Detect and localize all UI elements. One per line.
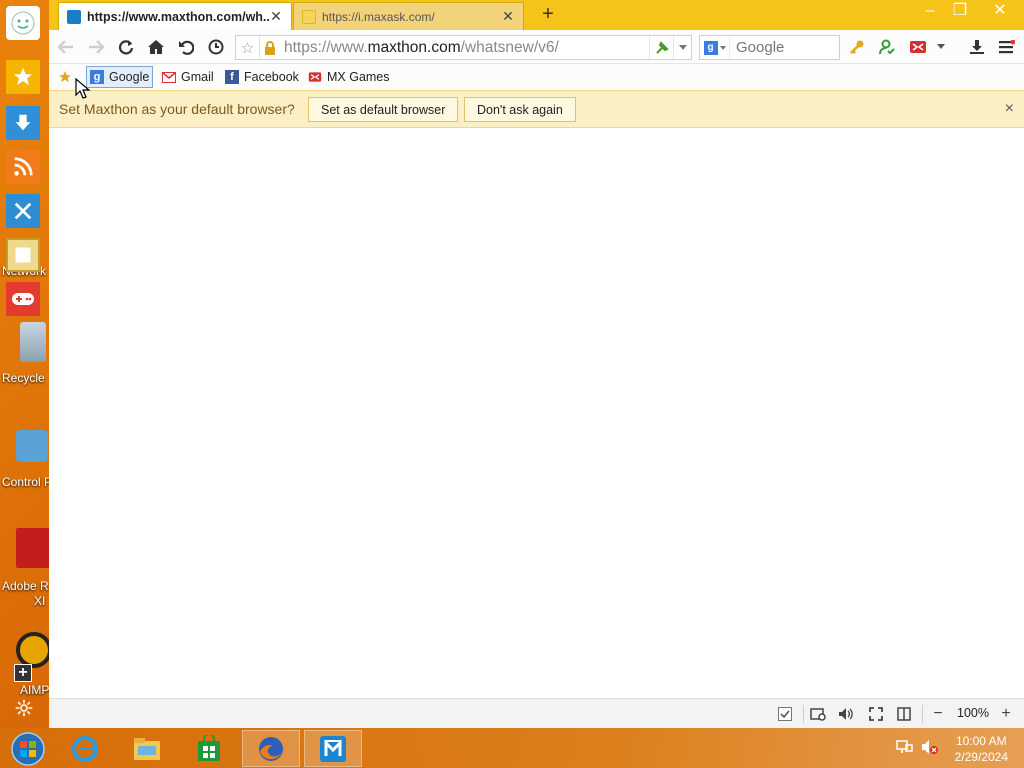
- back-arrow-icon[interactable]: [55, 37, 77, 57]
- favorite-label: Gmail: [181, 70, 214, 84]
- game-controller-icon[interactable]: [6, 282, 40, 316]
- download-icon[interactable]: [6, 106, 40, 140]
- extensions-dropdown-icon[interactable]: [934, 37, 948, 57]
- close-tab-icon[interactable]: ✕: [501, 8, 515, 25]
- navigation-toolbar: ☆ https://www.maxthon.com/whatsnew/v6/ g: [49, 30, 1024, 64]
- rss-icon[interactable]: [6, 150, 40, 184]
- clock-date: 2/29/2024: [954, 750, 1008, 764]
- dropdown-arrow-icon[interactable]: [673, 36, 691, 59]
- notes-icon[interactable]: [6, 238, 40, 272]
- tab-maxthon[interactable]: https://www.maxthon.com/wh... ✕: [58, 2, 292, 30]
- undo-icon[interactable]: [175, 37, 197, 57]
- network-icon[interactable]: [895, 738, 915, 756]
- minimize-icon[interactable]: –: [915, 0, 945, 24]
- favorite-facebook[interactable]: f Facebook: [222, 66, 302, 88]
- favorite-google[interactable]: g Google: [86, 66, 154, 88]
- maxthon-favicon-icon: [67, 9, 81, 24]
- mx-games-icon: [308, 70, 322, 84]
- divider: [803, 705, 804, 723]
- favorite-mx-games[interactable]: MX Games: [305, 66, 393, 88]
- tab-title: https://www.maxthon.com/wh...: [87, 9, 269, 24]
- lock-icon: [260, 40, 280, 55]
- favorite-gmail[interactable]: Gmail: [159, 66, 217, 88]
- close-icon[interactable]: ×: [1005, 100, 1014, 118]
- user-sync-icon[interactable]: [876, 37, 898, 57]
- loading-favicon-icon: [302, 9, 316, 24]
- dont-ask-button[interactable]: Don't ask again: [464, 97, 576, 122]
- favorite-label: Google: [109, 70, 150, 84]
- favorite-label: Facebook: [244, 70, 299, 84]
- pin-icon[interactable]: [650, 40, 673, 55]
- internet-explorer-icon[interactable]: [56, 730, 114, 767]
- history-clock-icon[interactable]: [205, 37, 227, 57]
- status-bar: − 100% +: [49, 698, 1024, 728]
- system-clock[interactable]: 10:00 AM 2/29/2024: [955, 733, 1008, 765]
- notice-text: Set Maxthon as your default browser?: [59, 101, 295, 117]
- favorites-star-icon[interactable]: [55, 66, 75, 88]
- screenshot-icon[interactable]: [808, 705, 828, 723]
- tab-maxask[interactable]: https://i.maxask.com/ ✕: [293, 2, 524, 30]
- tab-title: https://i.maxask.com/: [322, 9, 435, 24]
- divider: [922, 705, 923, 723]
- volume-muted-icon[interactable]: [920, 738, 940, 756]
- url-text[interactable]: https://www.maxthon.com/whatsnew/v6/: [280, 39, 649, 57]
- refresh-icon[interactable]: [115, 37, 137, 57]
- page-content[interactable]: [49, 78, 1024, 698]
- mx-games-icon[interactable]: [907, 37, 929, 57]
- browser-window: https://www.maxthon.com/wh... ✕ https://…: [49, 0, 1024, 728]
- key-icon[interactable]: [846, 37, 868, 57]
- settings-gear-icon[interactable]: [14, 698, 34, 718]
- forward-arrow-icon[interactable]: [85, 37, 107, 57]
- smiley-icon[interactable]: [6, 6, 40, 40]
- zoom-in-button[interactable]: +: [996, 705, 1016, 723]
- checkmark-icon[interactable]: [775, 705, 795, 723]
- favorites-star-icon[interactable]: [6, 60, 40, 94]
- address-actions: [649, 36, 691, 59]
- file-explorer-icon[interactable]: [118, 730, 176, 767]
- google-engine-icon[interactable]: g: [700, 36, 730, 59]
- downloads-icon[interactable]: [966, 37, 988, 57]
- search-box[interactable]: g: [699, 35, 840, 60]
- bookmark-star-icon[interactable]: ☆: [236, 36, 260, 59]
- store-icon[interactable]: [180, 730, 238, 767]
- split-view-icon[interactable]: [894, 705, 914, 723]
- mouse-cursor-icon: [75, 78, 91, 99]
- favorite-label: MX Games: [327, 70, 390, 84]
- default-browser-notice: Set Maxthon as your default browser? Set…: [49, 90, 1024, 128]
- home-icon[interactable]: [145, 37, 167, 57]
- volume-icon[interactable]: [836, 705, 856, 723]
- clock-time: 10:00 AM: [955, 734, 1007, 748]
- fullscreen-icon[interactable]: [866, 705, 886, 723]
- add-sidebar-item-icon[interactable]: +: [14, 664, 32, 682]
- menu-icon[interactable]: [996, 37, 1018, 57]
- taskbar: 10:00 AM 2/29/2024: [0, 728, 1024, 768]
- favorites-bar: g Google Gmail f Facebook MX Games: [49, 64, 1024, 90]
- address-bar[interactable]: ☆ https://www.maxthon.com/whatsnew/v6/: [235, 35, 692, 60]
- gmail-icon: [162, 70, 176, 84]
- start-button[interactable]: [0, 730, 56, 767]
- browser-sidebar: +: [0, 0, 48, 728]
- close-window-icon[interactable]: ✕: [983, 0, 1017, 24]
- set-default-button[interactable]: Set as default browser: [308, 97, 459, 122]
- tab-bar: https://www.maxthon.com/wh... ✕ https://…: [49, 0, 1024, 30]
- new-tab-button[interactable]: +: [537, 4, 559, 26]
- facebook-icon: f: [225, 70, 239, 84]
- close-tab-icon[interactable]: ✕: [269, 8, 283, 25]
- tools-icon[interactable]: [6, 194, 40, 228]
- zoom-out-button[interactable]: −: [928, 705, 948, 723]
- search-input[interactable]: [730, 39, 830, 56]
- zoom-level[interactable]: 100%: [957, 706, 989, 720]
- maxthon-taskbar-icon[interactable]: [304, 730, 362, 767]
- firefox-icon[interactable]: [242, 730, 300, 767]
- restore-icon[interactable]: ❐: [945, 0, 975, 24]
